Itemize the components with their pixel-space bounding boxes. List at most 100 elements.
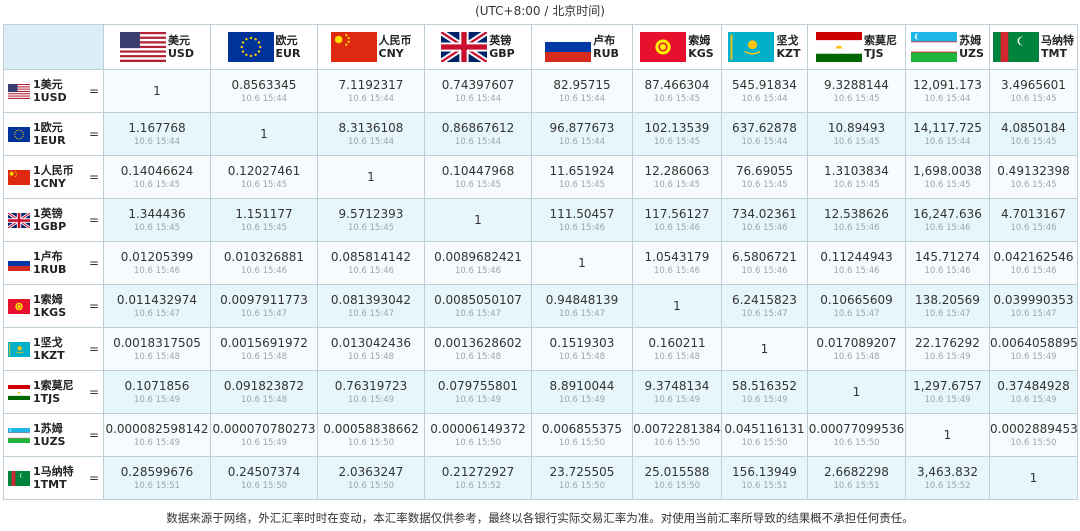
rate-cell: 1.3103834 10.6 15:45 [807, 155, 906, 199]
rate-cell: 0.0089682421 10.6 15:46 [424, 241, 532, 285]
rate-timestamp: 10.6 15:46 [653, 222, 701, 233]
rate-value: 0.24507374 [227, 464, 301, 479]
rate-timestamp: 10.6 15:47 [741, 308, 788, 319]
rate-timestamp: 10.6 15:50 [558, 437, 606, 448]
rate-timestamp: 10.6 15:47 [1010, 308, 1057, 319]
rate-timestamp: 10.6 15:46 [240, 265, 288, 276]
rate-value: 1 [474, 213, 482, 227]
rate-value: 1 [673, 299, 681, 313]
rate-value: 3,463.832 [916, 464, 979, 479]
row-header-content: 1美元 1USD = [5, 78, 103, 104]
row-currency-name: 1人民币 [33, 164, 74, 177]
rate-cell: 2.6682298 10.6 15:51 [807, 456, 906, 500]
rate-timestamp: 10.6 15:47 [454, 308, 502, 319]
rate-cell: 1 [905, 413, 990, 457]
rate-cell: 0.1519303 10.6 15:48 [531, 327, 633, 371]
rate-value: 96.877673 [549, 120, 615, 135]
rate-cell: 4.0850184 10.6 15:45 [989, 112, 1078, 156]
column-header-kzt: 坚戈 KZT [721, 24, 808, 70]
rate-cell: 0.12027461 10.6 15:45 [210, 155, 318, 199]
timezone-label: (UTC+8:00 / 北京时间) [475, 4, 605, 18]
rate-value: 0.37484928 [997, 378, 1070, 393]
row-header-content: 1马纳特 1TMT = [5, 465, 103, 491]
rate-value: 1.344436 [128, 206, 186, 221]
rate-cell: 0.045116131 10.6 15:50 [721, 413, 808, 457]
row-header-content: 1卢布 1RUB = [5, 250, 103, 276]
rate-cell: 1.151177 10.6 15:45 [210, 198, 318, 242]
column-header-content: 英镑 GBP [426, 32, 531, 62]
gb-flag-icon [8, 212, 30, 228]
rate-timestamp: 10.6 15:49 [240, 437, 288, 448]
rate-cell: 16,247.636 10.6 15:46 [905, 198, 990, 242]
rate-timestamp: 10.6 15:46 [833, 265, 880, 276]
rate-value: 87.466304 [644, 77, 710, 92]
rate-cell: 138.20569 10.6 15:47 [905, 284, 990, 328]
rate-timestamp: 10.6 15:49 [1010, 394, 1057, 405]
rate-timestamp: 10.6 15:50 [347, 480, 395, 491]
rate-cell: 0.013042436 10.6 15:48 [317, 327, 425, 371]
rate-value: 0.76319723 [334, 378, 408, 393]
rate-cell: 0.000082598142 10.6 15:49 [103, 413, 211, 457]
rate-value: 0.0064058895 [990, 335, 1078, 350]
rate-cell: 0.24507374 10.6 15:50 [210, 456, 318, 500]
table-row: 1卢布 1RUB = 0.01205399 10.6 15:46 0.010326881 1… [3, 241, 1078, 285]
row-header-kzt: 1坚戈 1KZT = [3, 327, 104, 371]
rate-cell: 0.079755801 10.6 15:49 [424, 370, 532, 414]
column-header-content: 欧元 EUR [212, 32, 317, 62]
rate-timestamp: 10.6 15:45 [833, 136, 880, 147]
equals-sign: = [88, 428, 99, 442]
rate-timestamp: 10.6 15:46 [741, 265, 788, 276]
rate-value: 0.081393042 [330, 292, 412, 307]
rate-cell: 8.8910044 10.6 15:49 [531, 370, 633, 414]
rate-cell: 0.000070780273 10.6 15:49 [210, 413, 318, 457]
row-currency-code: 1RUB [33, 263, 67, 276]
rate-timestamp: 10.6 15:48 [133, 351, 181, 362]
kg-flag-icon [8, 298, 30, 314]
rate-timestamp: 10.6 15:48 [347, 351, 395, 362]
column-label: 卢布 RUB [593, 34, 619, 60]
rate-cell: 0.74397607 10.6 15:44 [424, 69, 532, 113]
column-header-uzs: 苏姆 UZS [905, 24, 990, 70]
rate-value: 1 [1029, 471, 1038, 485]
row-currency-code: 1TJS [33, 392, 61, 405]
rate-timestamp: 10.6 15:46 [653, 265, 701, 276]
rate-cell: 545.91834 10.6 15:44 [721, 69, 808, 113]
rate-value: 0.8563345 [231, 77, 297, 92]
rate-cell: 11.651924 10.6 15:45 [531, 155, 633, 199]
rate-timestamp: 10.6 15:49 [454, 394, 502, 405]
column-label: 索姆 KGS [688, 34, 713, 60]
rate-cell: 1,297.6757 10.6 15:49 [905, 370, 990, 414]
us-flag-icon [8, 83, 30, 99]
currency-code: RUB [593, 47, 619, 60]
rate-cell: 1 [531, 241, 633, 285]
rate-value: 76.69055 [735, 163, 794, 178]
column-header-tmt: 马纳特 TMT [989, 24, 1078, 70]
rate-value: 14,117.725 [913, 120, 982, 135]
rate-value: 138.20569 [915, 292, 980, 307]
rate-cell: 0.0015691972 10.6 15:48 [210, 327, 318, 371]
kg-flag-icon [640, 32, 687, 62]
rate-cell: 734.02361 10.6 15:46 [721, 198, 808, 242]
rate-cell: 117.56127 10.6 15:46 [632, 198, 722, 242]
rate-timestamp: 10.6 15:47 [558, 308, 606, 319]
gb-flag-icon [441, 32, 488, 62]
tm-flag-icon [8, 470, 30, 486]
rate-cell: 1 [989, 456, 1078, 500]
rate-timestamp: 10.6 15:46 [558, 222, 606, 233]
rate-cell: 12.286063 10.6 15:45 [632, 155, 722, 199]
rate-value: 58.516352 [732, 378, 797, 393]
rate-timestamp: 10.6 15:44 [347, 136, 395, 147]
table-row: 1人民币 1CNY = 0.14046624 10.6 15:45 0.12027461 1… [3, 155, 1078, 199]
rate-value: 0.042162546 [993, 249, 1074, 264]
exchange-rate-table: 美元 USD 欧元 EUR 人民币 CNY 英镑 GBP 卢布 RUB 索姆 KGS 坚戈 KZT 索莫尼 T… [3, 24, 1078, 500]
tj-flag-icon [8, 384, 30, 400]
rate-cell: 0.006855375 10.6 15:50 [531, 413, 633, 457]
rate-value: 0.160211 [648, 335, 706, 350]
row-currency-name: 1苏姆 [33, 422, 63, 435]
row-header-content: 1索莫尼 1TJS = [5, 379, 103, 405]
rate-timestamp: 10.6 15:45 [741, 179, 788, 190]
rate-cell: 0.0018317505 10.6 15:48 [103, 327, 211, 371]
equals-sign: = [88, 84, 99, 98]
rate-timestamp: 10.6 15:50 [653, 437, 701, 448]
row-header-tmt: 1马纳特 1TMT = [3, 456, 104, 500]
